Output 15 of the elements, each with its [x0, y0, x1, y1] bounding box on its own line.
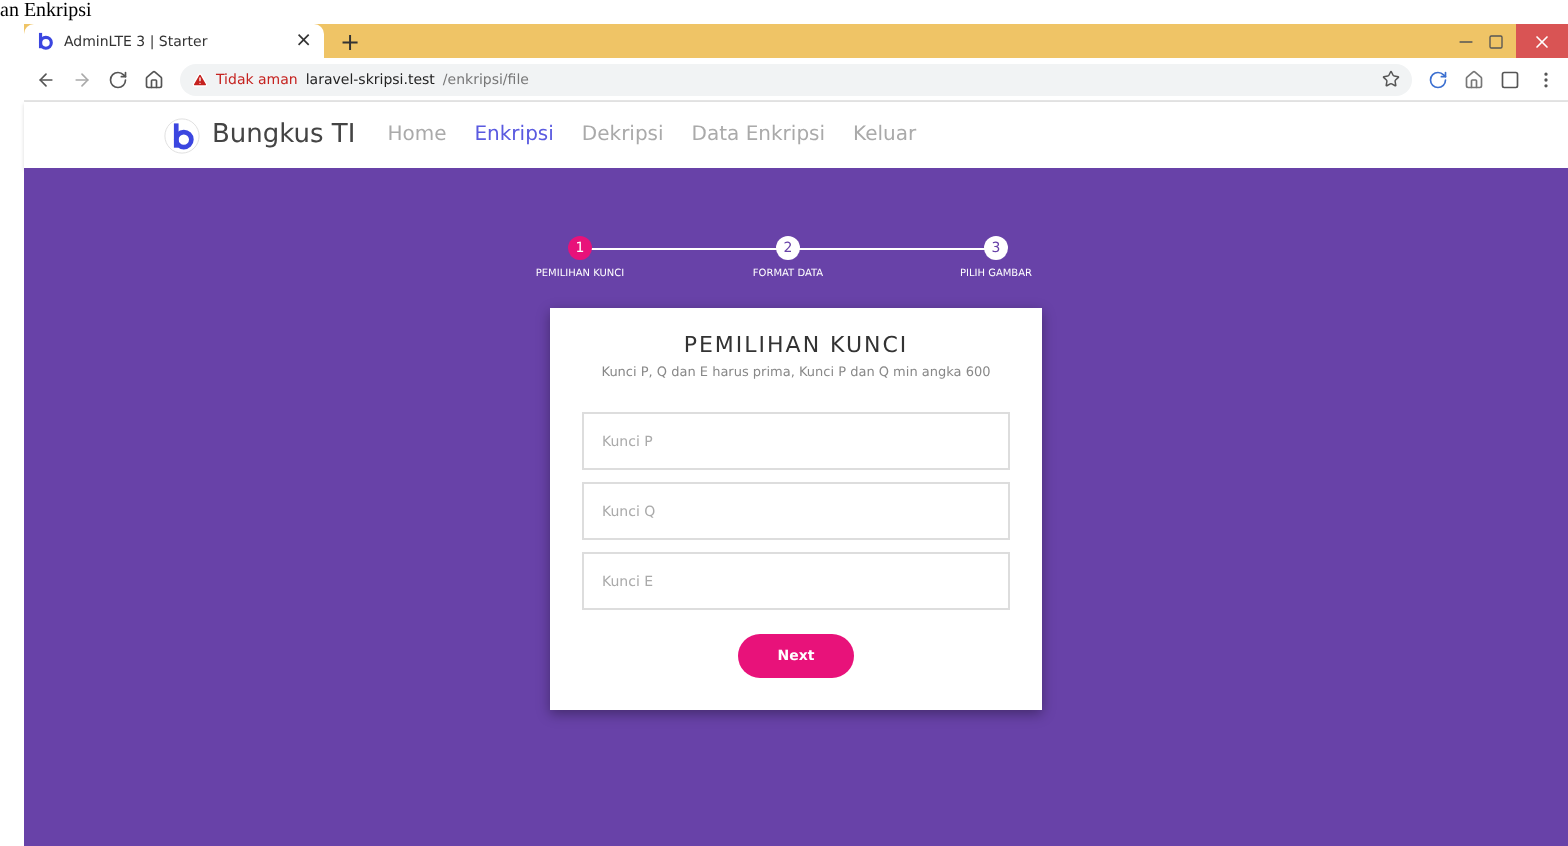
nav-link[interactable]: Enkripsi [474, 124, 554, 146]
maximize-icon[interactable] [1488, 33, 1504, 49]
star-icon[interactable] [1382, 70, 1400, 88]
close-icon [1532, 31, 1552, 51]
home-icon[interactable] [144, 69, 164, 89]
caption: an Enkripsi [0, 0, 92, 24]
tab-close[interactable]: × [295, 31, 312, 51]
reload-icon[interactable] [108, 69, 128, 89]
back-icon[interactable] [36, 69, 56, 89]
new-tab-button[interactable]: + [340, 27, 361, 55]
warning-icon [192, 71, 208, 87]
brand-name: Bungkus TI [212, 120, 356, 150]
logo-icon [36, 32, 54, 50]
logo-icon [164, 117, 200, 153]
card-title: PEMILIHAN KUNCI [683, 332, 909, 358]
